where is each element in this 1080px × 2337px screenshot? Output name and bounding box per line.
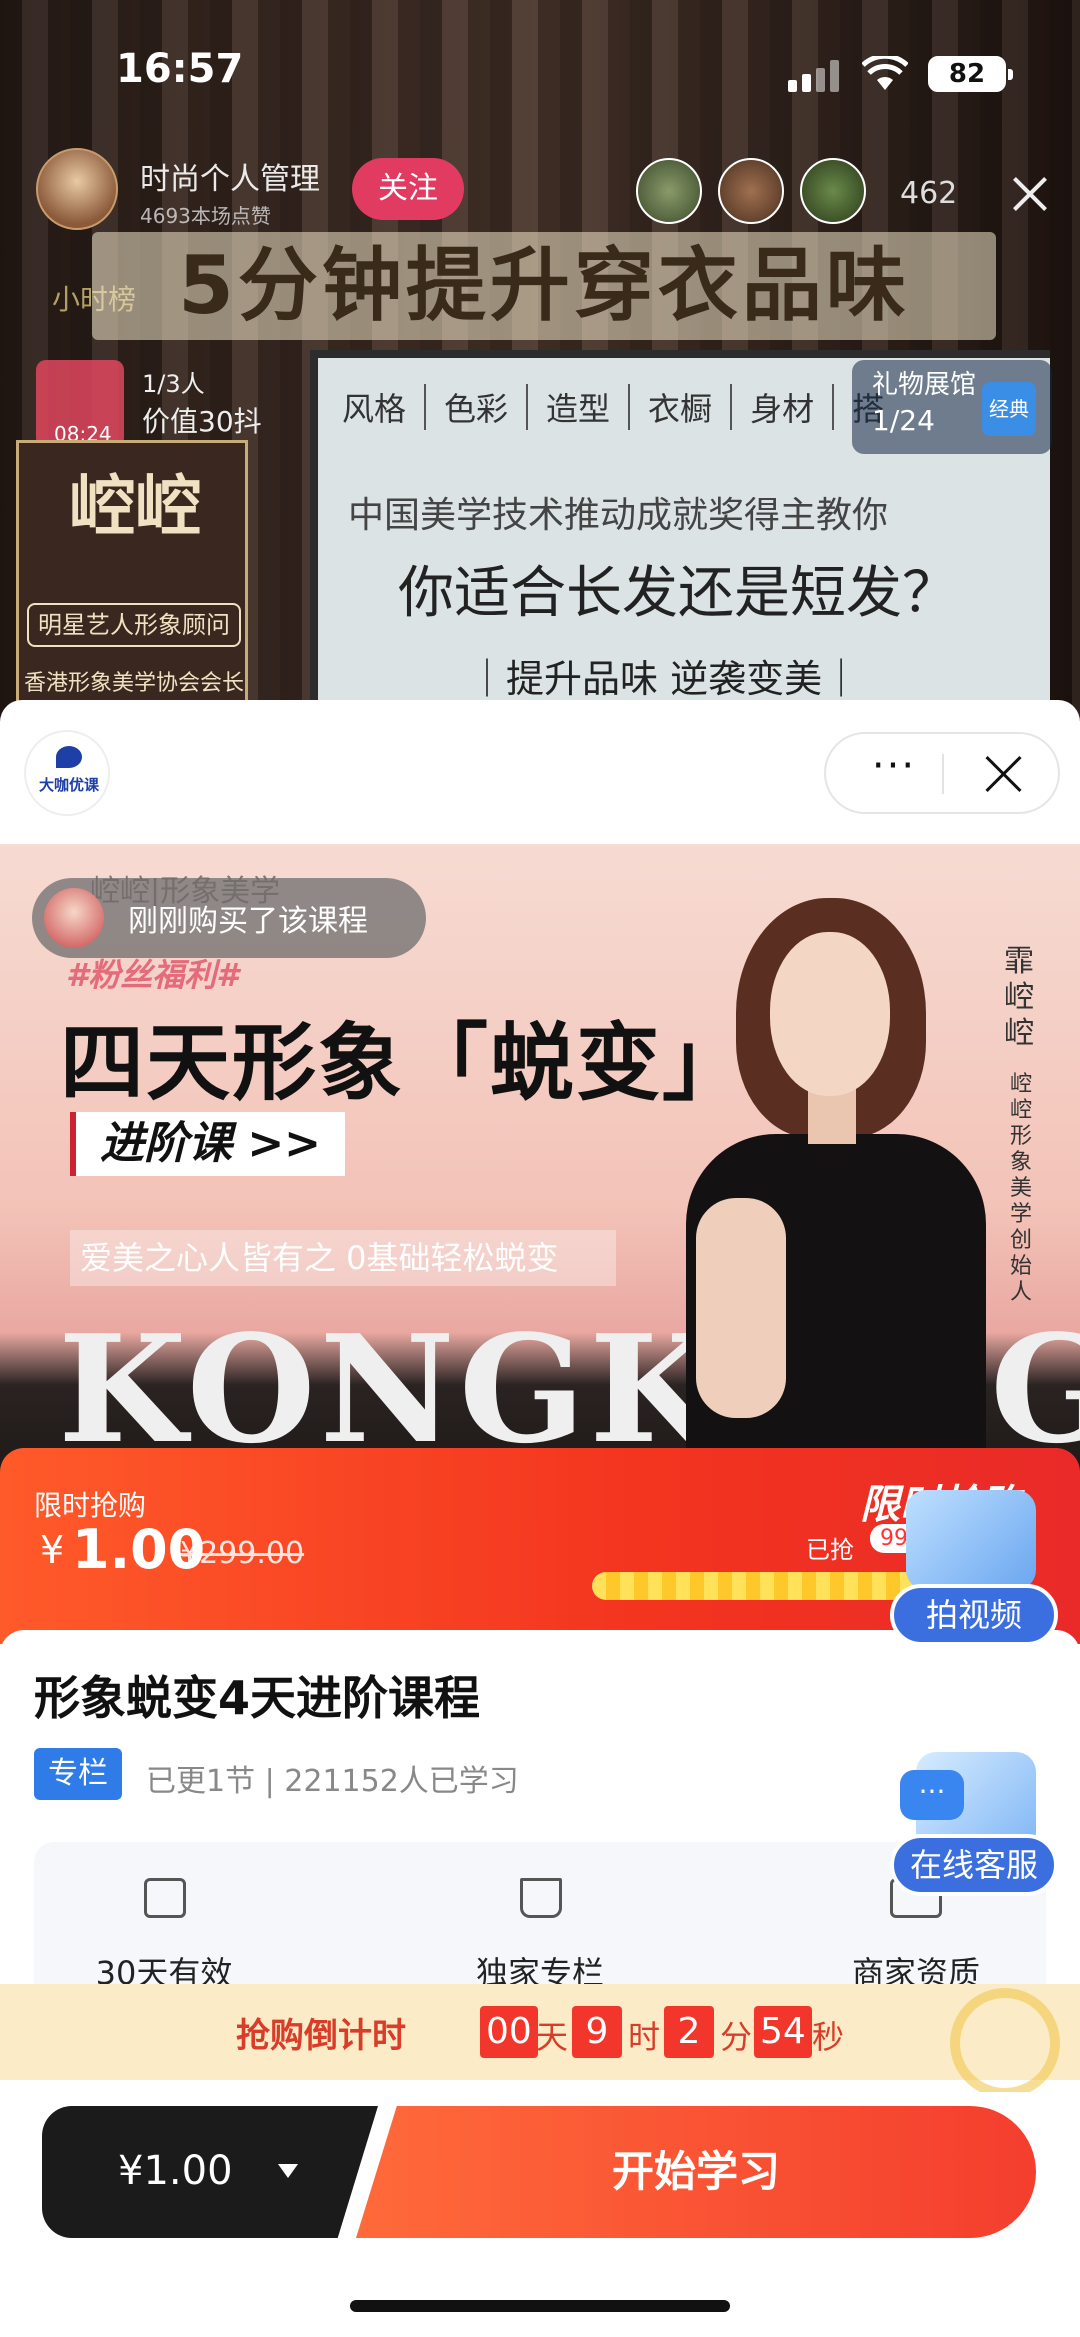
banner-main-title: 四天形象「蜕变」: [60, 1014, 749, 1112]
status-bar: 16:57 82: [0, 44, 1080, 104]
status-time: 16:57: [116, 46, 244, 92]
viewer-avatar[interactable]: [718, 158, 784, 224]
banner-slogan: 爱美之心人皆有之 0基础轻松蜕变: [70, 1230, 616, 1286]
shop-logo-text: 大咖优课: [38, 776, 99, 794]
course-meta: 已更1节 | 221152人已学习: [146, 1764, 519, 1799]
more-button[interactable]: ···: [846, 734, 942, 812]
shoot-video-label: 拍视频: [890, 1584, 1058, 1646]
gift-gallery-badge: 经典: [982, 382, 1036, 436]
course-title: 形象蜕变4天进阶课程: [34, 1671, 481, 1725]
wifi-icon: [862, 56, 908, 90]
capsule-divider: [942, 754, 944, 794]
calendar-clock-icon: [144, 1878, 186, 1918]
bookmark-icon: [520, 1878, 562, 1918]
price-currency: ¥: [40, 1528, 65, 1572]
countdown-minutes: 2: [664, 2006, 714, 2058]
mini-program-capsule: ···: [824, 732, 1060, 814]
gift-gallery-count: 1/24: [872, 404, 935, 437]
start-learning-button[interactable]: 开始学习: [356, 2106, 1036, 2238]
instructor-name: 霏崆崆: [1004, 944, 1034, 1051]
host-likes: 4693本场点赞: [140, 204, 271, 228]
countdown-hour-unit: 时: [628, 2018, 661, 2056]
stage-line-1: 明星艺人形象顾问: [27, 603, 241, 647]
host-name: 时尚个人管理: [140, 162, 320, 197]
customer-service-button[interactable]: ··· 在线客服: [886, 1752, 1062, 1922]
host-avatar[interactable]: [36, 148, 118, 230]
viewer-avatar[interactable]: [636, 158, 702, 224]
shop-logo[interactable]: 大咖优课: [24, 730, 110, 816]
countdown-second-unit: 秒: [812, 2018, 845, 2056]
purchase-toast: 刚刚购买了该课程: [32, 878, 426, 958]
close-icon[interactable]: [984, 754, 1024, 794]
sold-label: 已抢: [806, 1536, 854, 1564]
board-menu-item: 色彩: [426, 384, 529, 430]
live-stream-background: 16:57 82 时尚个人管理 4693本场点赞 关注 462 小时榜 5分钟提…: [0, 0, 1080, 720]
column-tag: 专栏: [34, 1748, 122, 1800]
board-menu-item: 衣橱: [630, 384, 733, 430]
gift-gallery[interactable]: 礼物展馆 1/24 经典: [852, 360, 1052, 454]
shoot-video-button[interactable]: 拍视频: [886, 1490, 1062, 1660]
countdown-seconds: 54: [754, 2006, 812, 2058]
board-menu-item: 身材: [732, 384, 835, 430]
clock-icon: [950, 1988, 1060, 2098]
rank-line-1: 1/3人: [142, 370, 205, 398]
rank-line-2: 价值30抖: [142, 405, 262, 438]
countdown-hours: 9: [572, 2006, 622, 2058]
countdown-bar: 抢购倒计时 00 天 9 时 2 分 54 秒: [0, 1984, 1080, 2098]
close-live-icon[interactable]: [1010, 174, 1050, 214]
customer-service-label: 在线客服: [890, 1834, 1058, 1896]
battery-indicator: 82: [928, 56, 1013, 92]
follow-button[interactable]: 关注: [352, 158, 464, 220]
stage-name: 崆崆: [69, 468, 201, 545]
chat-bubble-icon: ···: [900, 1770, 964, 1820]
original-price: ¥299.00: [180, 1536, 305, 1571]
video-camera-icon: [906, 1490, 1036, 1590]
countdown-minute-unit: 分: [720, 2018, 753, 2056]
stage-line-2: 香港形象美学协会会长: [23, 671, 244, 696]
countdown-day-unit: 天: [536, 2018, 569, 2056]
instructor-photo: [666, 898, 986, 1504]
price-selector-button[interactable]: ¥1.00: [42, 2106, 378, 2238]
stage-sign: 崆崆 明星艺人形象顾问 香港形象美学协会会长: [16, 440, 248, 720]
course-banner[interactable]: 崆崆|形象美学 #粉丝福利# 四天形象「蜕变」 进阶课 >> 爱美之心人皆有之 …: [0, 844, 1080, 1504]
home-indicator[interactable]: [350, 2300, 730, 2312]
board-menu-item: 造型: [528, 384, 631, 430]
stream-headline: 5分钟提升穿衣品味: [92, 232, 996, 340]
buyer-avatar: [44, 888, 104, 948]
dolphin-icon: [56, 746, 82, 768]
banner-sub-title: 进阶课 >>: [70, 1112, 346, 1176]
board-menu-item: 风格: [324, 384, 427, 430]
signal-icon: [788, 60, 840, 92]
caret-down-icon: [278, 2164, 298, 2178]
gift-gallery-title: 礼物展馆: [872, 370, 977, 400]
board-line-3: ｜提升品味 逆袭变美｜: [468, 657, 861, 701]
instructor-role: 崆崆形象美学创始人: [1010, 1072, 1033, 1305]
price-selector-label: ¥1.00: [118, 2148, 233, 2194]
countdown-days: 00: [480, 2006, 538, 2058]
countdown-label: 抢购倒计时: [236, 2016, 406, 2056]
viewer-count: 462: [900, 176, 958, 211]
purchase-toast-text: 刚刚购买了该课程: [128, 904, 368, 939]
board-line-1: 中国美学技术推动成就奖得主教你: [348, 495, 889, 536]
board-line-2: 你适合长发还是短发？: [398, 561, 958, 626]
viewer-avatar[interactable]: [800, 158, 866, 224]
